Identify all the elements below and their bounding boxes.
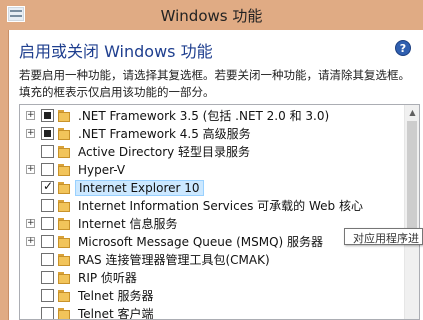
folder-icon xyxy=(58,164,70,176)
feature-checkbox[interactable] xyxy=(41,109,54,122)
folder-icon xyxy=(58,290,70,302)
folder-icon xyxy=(58,218,70,230)
help-icon[interactable]: ? xyxy=(395,40,411,56)
folder-icon xyxy=(58,236,70,248)
window-title: Windows 功能 xyxy=(160,7,263,25)
feature-row[interactable]: + .NET Framework 4.5 高级服务 xyxy=(20,125,406,143)
feature-label: RAS 连接管理器管理工具包(CMAK) xyxy=(78,253,270,267)
feature-checkbox[interactable] xyxy=(41,127,54,140)
feature-checkbox[interactable] xyxy=(41,145,54,158)
feature-label: Internet 信息服务 xyxy=(78,217,178,231)
folder-icon xyxy=(58,182,70,194)
expand-plus-icon[interactable]: + xyxy=(26,111,35,120)
feature-checkbox[interactable] xyxy=(41,289,54,302)
feature-label: Internet Information Services 可承载的 Web 核… xyxy=(78,199,363,213)
feature-row[interactable]: Telnet 服务器 xyxy=(20,287,406,305)
feature-checkbox[interactable] xyxy=(41,217,54,230)
dialog-content: 启用或关闭 Windows 功能 ? 若要启用一种功能，请选择其复选框。若要关闭… xyxy=(8,30,423,320)
folder-icon xyxy=(58,110,70,122)
folder-icon xyxy=(58,272,70,284)
feature-checkbox[interactable] xyxy=(41,199,54,212)
expand-plus-icon[interactable]: + xyxy=(26,219,35,228)
folder-icon xyxy=(58,308,70,319)
feature-label: Active Directory 轻型目录服务 xyxy=(78,145,251,159)
folder-icon xyxy=(58,200,70,212)
feature-label: Hyper-V xyxy=(78,163,126,177)
expand-plus-icon[interactable]: + xyxy=(26,129,35,138)
feature-checkbox[interactable] xyxy=(41,235,54,248)
feature-row[interactable]: + Hyper-V xyxy=(20,161,406,179)
windows-features-dialog: Windows 功能 启用或关闭 Windows 功能 ? 若要启用一种功能，请… xyxy=(0,0,423,320)
scroll-up-arrow-icon[interactable]: ▲ xyxy=(405,105,419,120)
page-title: 启用或关闭 Windows 功能 xyxy=(19,42,213,61)
feature-checkbox[interactable] xyxy=(41,253,54,266)
vertical-scrollbar[interactable]: ▲ xyxy=(404,105,419,319)
feature-tooltip: 对应用程序进 xyxy=(344,228,423,245)
feature-row[interactable]: Internet Information Services 可承载的 Web 核… xyxy=(20,197,406,215)
feature-row[interactable]: RAS 连接管理器管理工具包(CMAK) xyxy=(20,251,406,269)
feature-label: .NET Framework 4.5 高级服务 xyxy=(78,127,251,141)
feature-checkbox[interactable] xyxy=(41,307,54,319)
feature-label: Internet Explorer 10 xyxy=(75,180,204,196)
feature-label: Telnet 服务器 xyxy=(78,289,154,303)
feature-row[interactable]: Internet Explorer 10 xyxy=(20,179,406,197)
feature-row[interactable]: + .NET Framework 3.5 (包括 .NET 2.0 和 3.0) xyxy=(20,107,406,125)
feature-label: Telnet 客户端 xyxy=(78,307,154,320)
scrollbar-thumb[interactable] xyxy=(407,121,417,229)
feature-row[interactable]: RIP 侦听器 xyxy=(20,269,406,287)
title-bar[interactable]: Windows 功能 xyxy=(0,0,423,30)
feature-label: RIP 侦听器 xyxy=(78,271,137,285)
expand-plus-icon[interactable]: + xyxy=(26,237,35,246)
folder-icon xyxy=(58,128,70,140)
feature-label: Microsoft Message Queue (MSMQ) 服务器 xyxy=(78,235,324,249)
feature-row[interactable]: Active Directory 轻型目录服务 xyxy=(20,143,406,161)
instructions-text: 若要启用一种功能，请选择其复选框。若要关闭一种功能，请清除其复选框。填充的框表示… xyxy=(19,68,410,99)
feature-label: .NET Framework 3.5 (包括 .NET 2.0 和 3.0) xyxy=(78,109,330,123)
feature-checkbox[interactable] xyxy=(41,271,54,284)
folder-icon xyxy=(58,254,70,266)
expand-plus-icon[interactable]: + xyxy=(26,165,35,174)
features-tree[interactable]: + .NET Framework 3.5 (包括 .NET 2.0 和 3.0) +… xyxy=(19,104,420,320)
folder-icon xyxy=(58,146,70,158)
feature-checkbox[interactable] xyxy=(41,163,54,176)
feature-row[interactable]: Telnet 客户端 xyxy=(20,305,406,320)
feature-checkbox[interactable] xyxy=(41,179,54,194)
